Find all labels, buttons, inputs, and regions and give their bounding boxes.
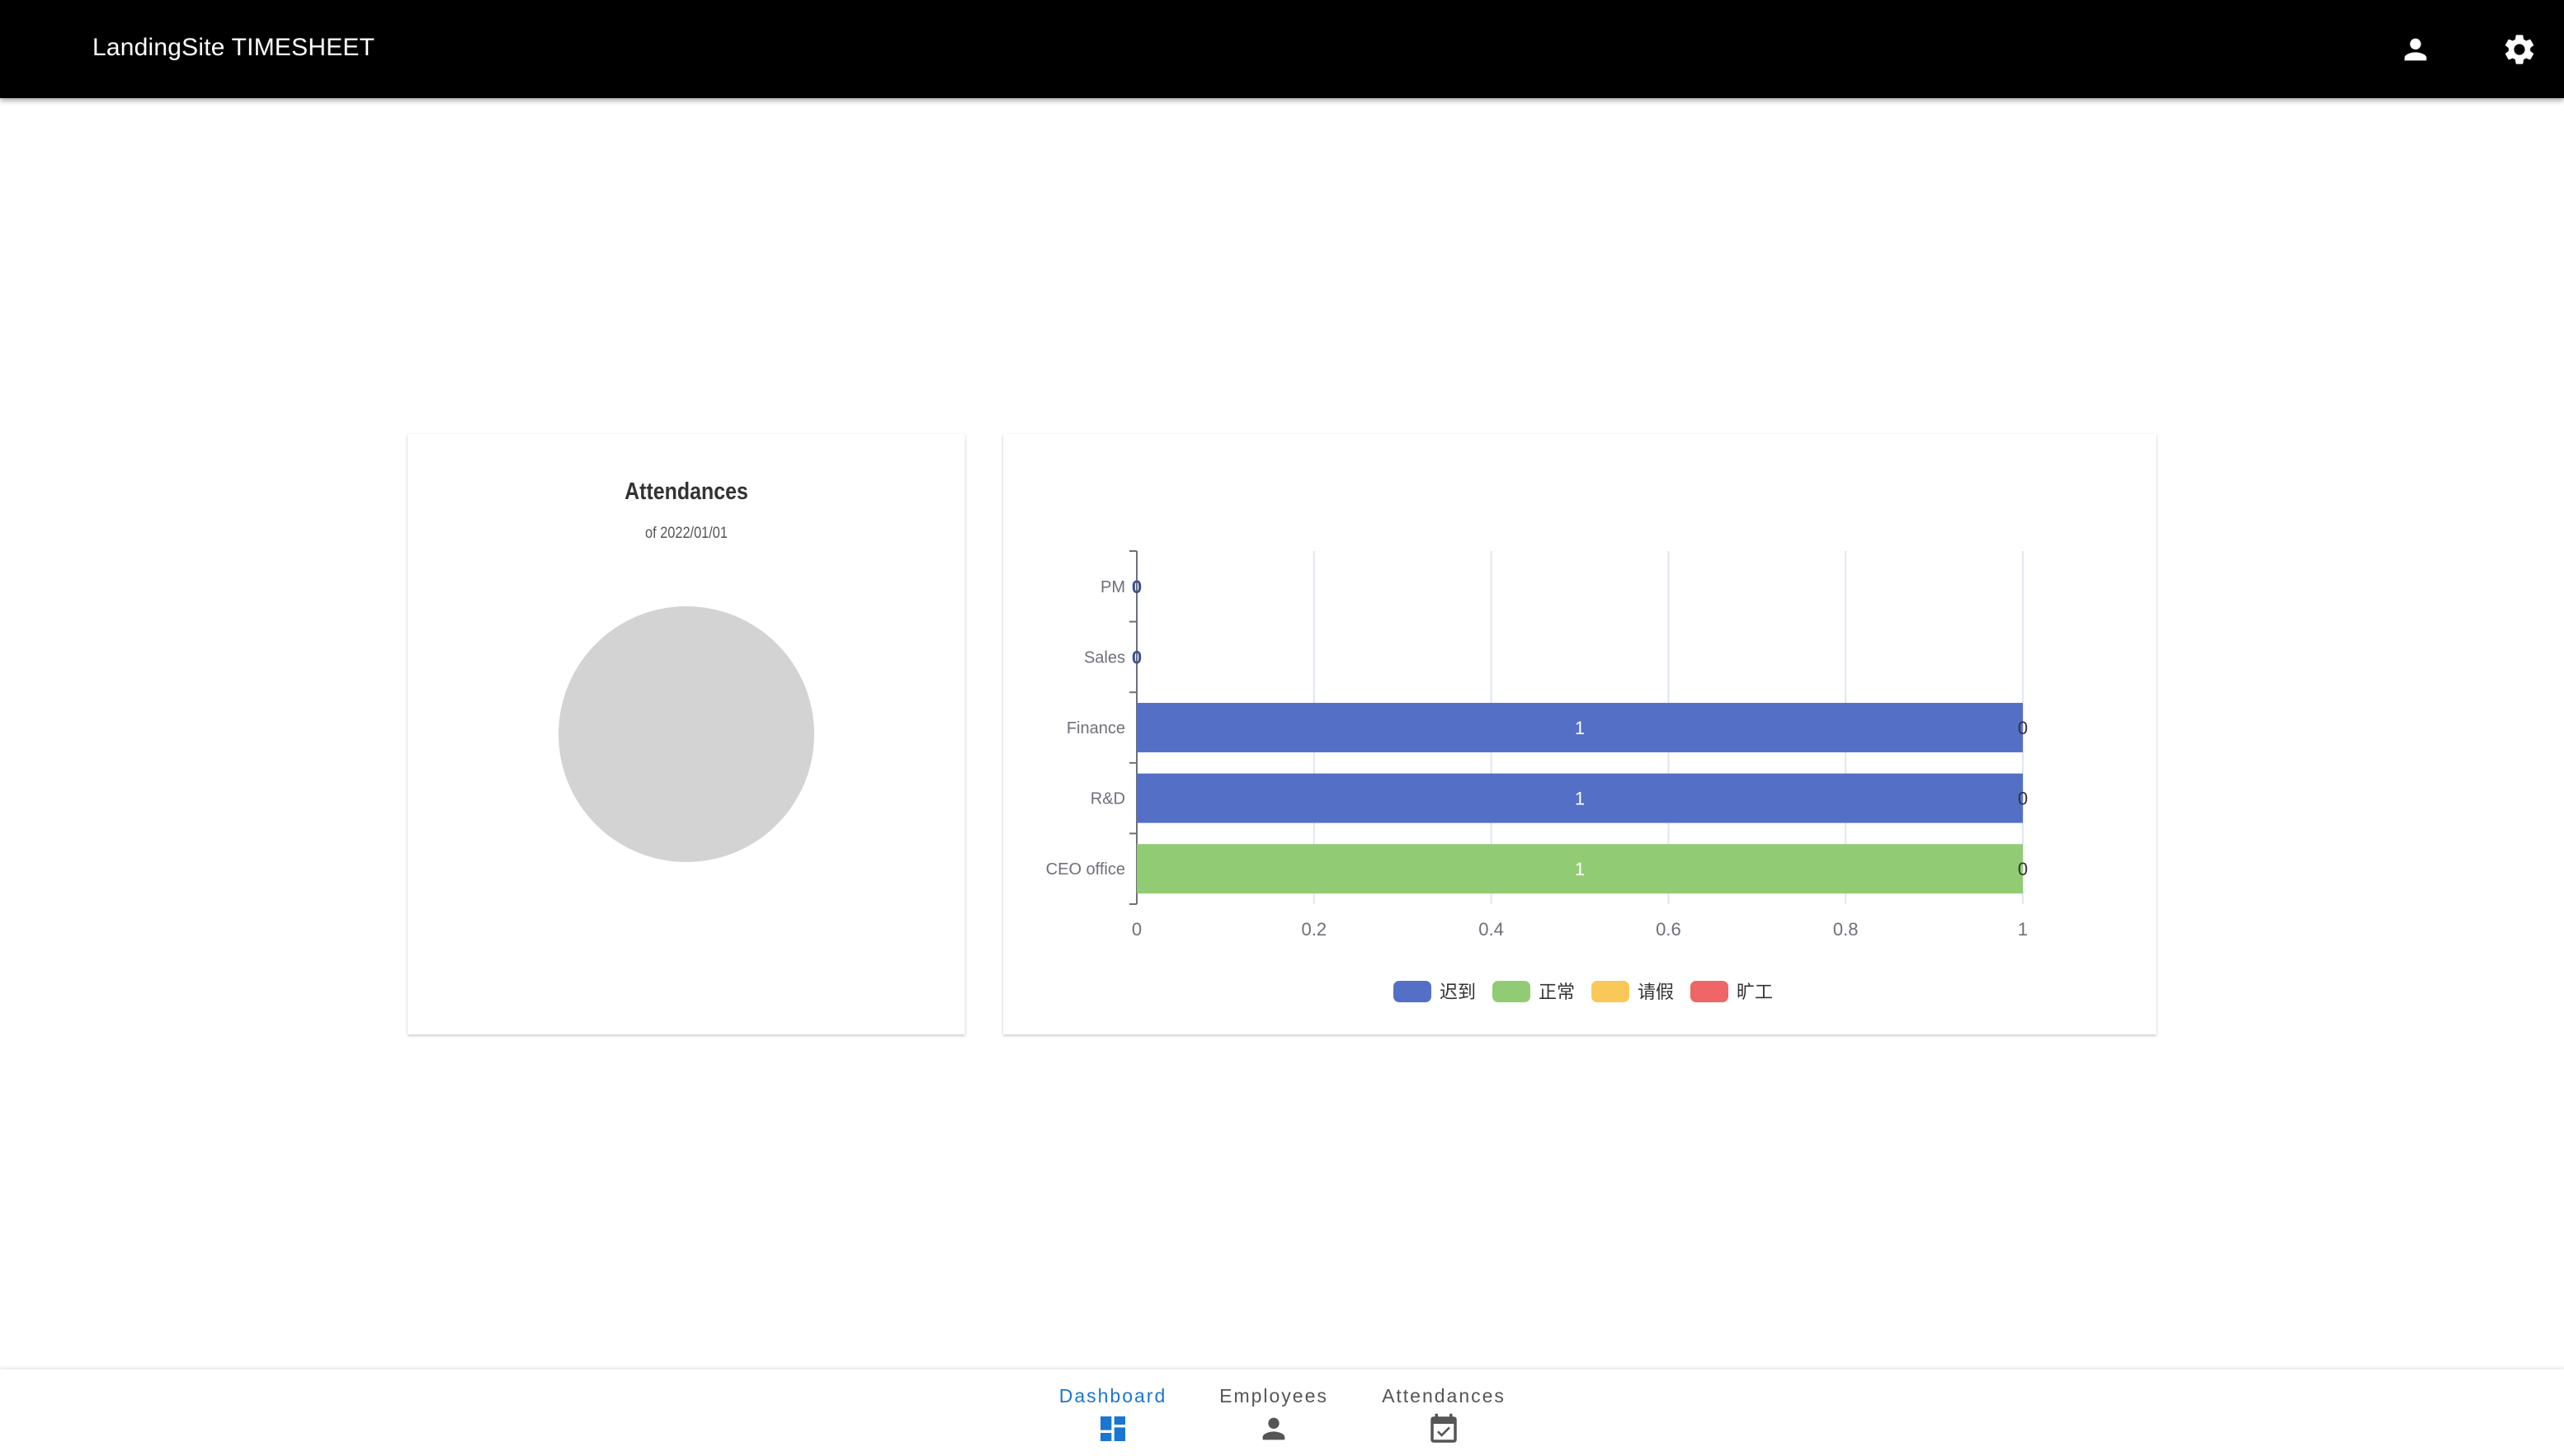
nav-employees[interactable]: Employees bbox=[1218, 1369, 1330, 1456]
legend-swatch bbox=[1393, 981, 1431, 1002]
bar-value-label: 1 bbox=[1575, 789, 1585, 809]
nav-dashboard-label: Dashboard bbox=[1058, 1385, 1167, 1407]
attendance-pie-card: Attendances of 2022/01/01 bbox=[408, 434, 965, 1034]
legend-swatch bbox=[1591, 981, 1629, 1002]
nav-dashboard[interactable]: Dashboard bbox=[1053, 1369, 1173, 1456]
pie-empty-circle bbox=[559, 606, 814, 862]
x-tick-label: 0.6 bbox=[1656, 919, 1681, 940]
legend-label: 迟到 bbox=[1440, 982, 1476, 1002]
x-tick-label: 1 bbox=[2018, 919, 2028, 940]
account-button[interactable] bbox=[2391, 25, 2440, 74]
person-icon bbox=[1262, 1417, 1285, 1440]
settings-button[interactable] bbox=[2495, 25, 2544, 74]
x-tick-label: 0.8 bbox=[1833, 919, 1859, 940]
dashboard-icon bbox=[1101, 1416, 1125, 1441]
y-category-label: CEO office bbox=[1046, 860, 1125, 879]
legend-swatch bbox=[1690, 981, 1728, 1002]
x-tick-label: 0.2 bbox=[1302, 919, 1327, 940]
bar-zero-label: 0 bbox=[2018, 718, 2028, 738]
x-tick-label: 0 bbox=[1132, 919, 1142, 940]
pie-chart bbox=[559, 606, 814, 862]
y-category-label: PM bbox=[1101, 578, 1125, 596]
bar-value-label: 1 bbox=[1575, 718, 1585, 738]
nav-attendances[interactable]: Attendances bbox=[1374, 1369, 1513, 1456]
legend-swatch bbox=[1492, 981, 1530, 1002]
legend-label: 正常 bbox=[1539, 982, 1575, 1002]
bar-value-label: 1 bbox=[1575, 859, 1585, 879]
legend-label: 旷工 bbox=[1737, 982, 1773, 1002]
department-bar-chart: 0 0.2 0.4 0.6 0.8 1 PM 0 Sales 0 Finance 1 0 R&D 1 0 CEO… bbox=[1046, 550, 2028, 1002]
calendar-check-icon bbox=[1430, 1413, 1457, 1443]
nav-attendances-label: Attendances bbox=[1382, 1385, 1506, 1407]
bar-zero-label: 0 bbox=[1132, 647, 1142, 667]
y-category-label: Finance bbox=[1067, 719, 1125, 737]
bar-zero-label: 0 bbox=[1132, 577, 1142, 597]
bar-zero-label: 0 bbox=[2018, 859, 2028, 879]
app-bar: LandingSite TIMESHEET bbox=[0, 0, 2564, 98]
legend-label: 请假 bbox=[1638, 982, 1674, 1002]
y-category-label: Sales bbox=[1084, 648, 1125, 667]
gear-icon bbox=[2505, 35, 2534, 64]
x-tick-label: 0.4 bbox=[1478, 919, 1504, 940]
bar-zero-label: 0 bbox=[2018, 789, 2028, 809]
y-category-label: R&D bbox=[1091, 790, 1125, 808]
bottom-navigation: Dashboard Employees Attendances bbox=[0, 1369, 2564, 1456]
department-bar-card: 0 0.2 0.4 0.6 0.8 1 PM 0 Sales 0 Finance 1 0 R&D 1 0 CEO… bbox=[1003, 434, 2156, 1034]
nav-employees-label: Employees bbox=[1219, 1385, 1328, 1407]
app-title: LandingSite TIMESHEET bbox=[92, 34, 375, 61]
person-icon bbox=[2404, 38, 2427, 61]
